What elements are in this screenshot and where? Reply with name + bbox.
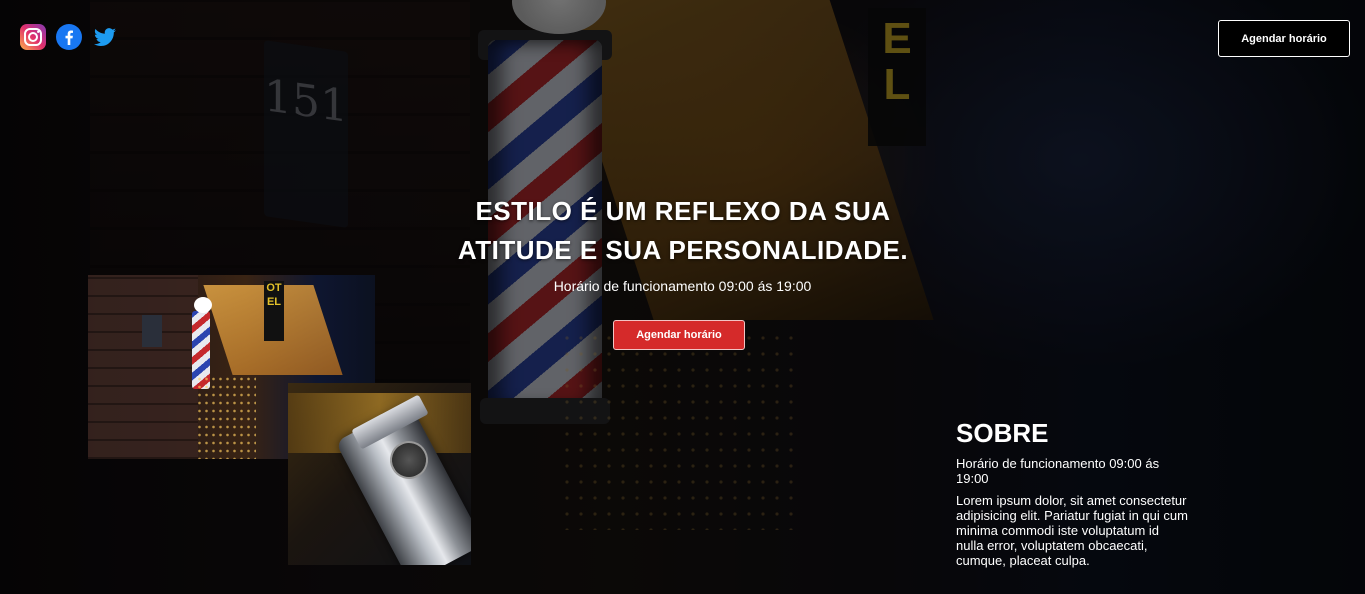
- about-title: SOBRE: [956, 418, 1049, 448]
- about-text: Lorem ipsum dolor, sit amet consectetur …: [956, 493, 1188, 568]
- hero-schedule-button[interactable]: Agendar horário: [613, 320, 745, 350]
- photo-string-lights: [196, 375, 256, 459]
- about-section: SOBRE Horário de funcionamento 09:00 ás …: [956, 418, 1188, 568]
- photo-address-sign: [142, 315, 162, 347]
- hero-title: ESTILO É UM REFLEXO DA SUA ATITUDE E SUA…: [457, 196, 909, 265]
- header-schedule-button[interactable]: Agendar horário: [1218, 20, 1350, 57]
- facebook-icon[interactable]: [56, 24, 82, 50]
- social-links: [20, 24, 118, 50]
- photo-hotel-sign: OTEL: [264, 281, 284, 341]
- twitter-icon[interactable]: [92, 24, 118, 50]
- hair-clipper-photo: [288, 383, 471, 565]
- instagram-icon[interactable]: [20, 24, 46, 50]
- photo-brick-wall: [88, 275, 198, 459]
- about-hours: Horário de funcionamento 09:00 ás 19:00: [956, 456, 1160, 486]
- photo-barber-pole-globe: [194, 297, 212, 313]
